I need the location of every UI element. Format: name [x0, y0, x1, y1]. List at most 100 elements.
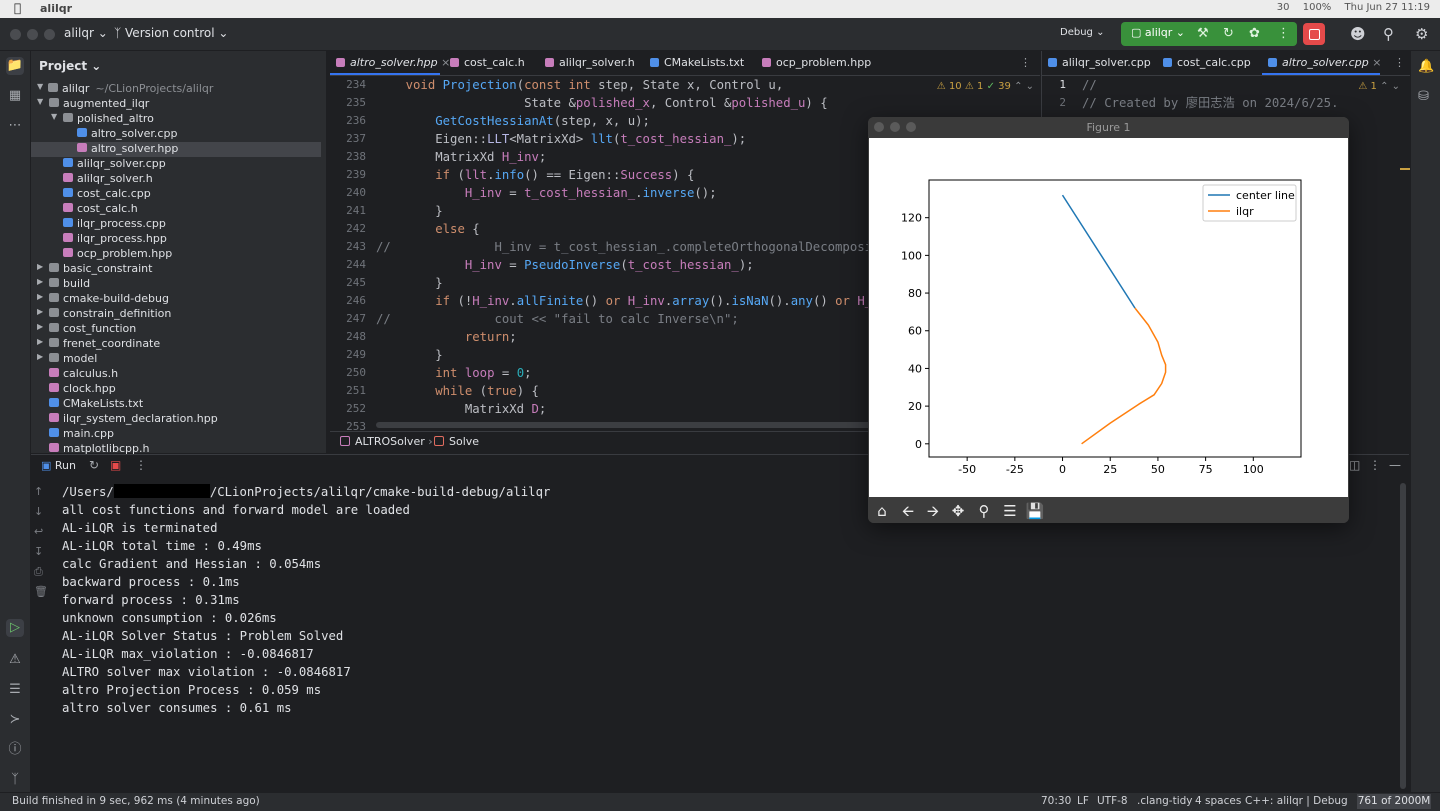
stop-button[interactable] [1303, 23, 1325, 45]
chevron-right-icon[interactable]: ▶ [37, 292, 43, 301]
scroll-up-icon[interactable]: ↑ [34, 485, 43, 498]
tree-folder[interactable]: ▼ augmented_ilqr [31, 97, 321, 112]
layout-icon[interactable]: ◫ [1349, 458, 1360, 472]
chevron-right-icon[interactable]: ▶ [37, 262, 43, 271]
services-tool-icon[interactable]: ⓘ [6, 741, 24, 759]
todo-tool-icon[interactable]: ☰ [6, 681, 24, 699]
run-tool-icon[interactable]: ▷ [6, 619, 24, 637]
console-output[interactable]: /Users//CLionProjects/alilqr/cmake-build… [62, 483, 550, 717]
minimize-panel-icon[interactable]: — [1389, 458, 1401, 472]
project-panel-title[interactable]: Project ⌄ [39, 59, 101, 73]
tab-alilqr-solver-cpp[interactable]: alilqr_solver.cpp [1048, 56, 1151, 69]
clear-icon[interactable]: 🗑 [34, 585, 48, 598]
back-icon[interactable]: 🡨 [898, 501, 918, 521]
memory-indicator[interactable]: 761 of 2000M [1357, 794, 1431, 809]
tree-file[interactable]: ocp_problem.hpp [31, 247, 321, 262]
chevron-right-icon[interactable]: ▶ [37, 277, 43, 286]
configure-icon[interactable]: ☰ [1000, 501, 1020, 521]
tree-file[interactable]: main.cpp [31, 427, 321, 442]
split-code-content[interactable]: // // Created by 廖田志浩 on 2024/6/25. [1082, 76, 1338, 112]
tab-altro-solver-cpp[interactable]: altro_solver.cpp × [1268, 56, 1381, 69]
tab-ocp-problem-hpp[interactable]: ocp_problem.hpp [762, 56, 871, 69]
tree-file[interactable]: ilqr_system_declaration.hpp [31, 412, 321, 427]
language-context[interactable]: C++: alilqr | Debug [1245, 795, 1348, 807]
version-control-menu[interactable]: ᛉ Version control ⌄ [114, 26, 228, 40]
tree-file[interactable]: alilqr_solver.cpp [31, 157, 321, 172]
plot-canvas[interactable]: -50 -25 0 25 50 75 100 0 20 40 60 80 100 120 center li… [869, 138, 1348, 497]
tree-file[interactable]: alilqr_solver.h [31, 172, 321, 187]
scroll-down-icon[interactable]: ↓ [34, 505, 43, 518]
chevron-down-icon[interactable]: ▼ [37, 97, 43, 106]
tab-cmakelists[interactable]: CMakeLists.txt [650, 56, 744, 69]
tree-file[interactable]: ilqr_process.cpp [31, 217, 321, 232]
chevron-down-icon[interactable]: ▼ [51, 112, 57, 121]
tree-root[interactable]: ▼ alilqr ~/CLionProjects/alilqr [31, 82, 321, 97]
more-actions-icon[interactable]: ⋮ [1277, 26, 1290, 41]
breadcrumb-class[interactable]: ALTROSolver › [340, 435, 433, 448]
git-tool-icon[interactable]: ᛉ [6, 771, 24, 789]
pan-icon[interactable]: ✥ [948, 501, 968, 521]
caret-position[interactable]: 70:30 [1041, 795, 1071, 807]
chevron-right-icon[interactable]: ▶ [37, 322, 43, 331]
split-inspection-widget[interactable]: ⚠ 1 ⌃ ⌄ [1358, 81, 1400, 92]
tab-alilqr-solver-h[interactable]: alilqr_solver.h [545, 56, 635, 69]
chevron-right-icon[interactable]: ▶ [37, 352, 43, 361]
print-icon[interactable]: ⎙ [34, 565, 43, 579]
editor-horizontal-scrollbar[interactable] [376, 422, 871, 428]
linter-config[interactable]: .clang-tidy [1137, 795, 1192, 807]
line-separator[interactable]: LF [1077, 795, 1089, 807]
chevron-right-icon[interactable]: ▶ [37, 337, 43, 346]
indent-setting[interactable]: 4 spaces [1195, 795, 1241, 807]
battery-percent[interactable]: 100% [1303, 2, 1332, 13]
figure-title-bar[interactable]: Figure 1 [868, 117, 1349, 139]
tree-file[interactable]: ilqr_process.hpp [31, 232, 321, 247]
chevron-right-icon[interactable]: ▶ [37, 307, 43, 316]
build-type-selector[interactable]: Debug ⌄ [1060, 27, 1104, 38]
tab-altro-solver-hpp[interactable]: altro_solver.hpp × [336, 56, 450, 69]
rerun-icon[interactable]: ↻ [89, 458, 99, 472]
tree-folder[interactable]: ▶ cmake-build-debug [31, 292, 321, 307]
run-config-selector[interactable]: ▢ alilqr ⌄ [1131, 26, 1185, 39]
project-switcher[interactable]: alilqr ⌄ [64, 26, 108, 40]
tree-folder[interactable]: ▶ model [31, 352, 321, 367]
split-tabs-more-icon[interactable]: ⋮ [1394, 56, 1405, 69]
tree-folder[interactable]: ▶ constrain_definition [31, 307, 321, 322]
tree-folder[interactable]: ▶ cost_function [31, 322, 321, 337]
run-tab[interactable]: ▣ Run [41, 459, 76, 472]
settings-gear-icon[interactable]: ⚙ [1415, 25, 1428, 43]
tree-folder[interactable]: ▶ frenet_coordinate [31, 337, 321, 352]
home-icon[interactable]: ⌂ [872, 501, 892, 521]
console-scrollbar[interactable] [1400, 483, 1406, 789]
tree-folder[interactable]: ▶ basic_constraint [31, 262, 321, 277]
terminal-tool-icon[interactable]: ≻ [6, 711, 24, 729]
tree-file[interactable]: calculus.h [31, 367, 321, 382]
menu-app-name[interactable]: alilqr [40, 2, 72, 15]
build-status-message[interactable]: Build finished in 9 sec, 962 ms (4 minut… [12, 795, 260, 807]
clock[interactable]: Thu Jun 27 11:19 [1345, 2, 1431, 13]
project-tool-icon[interactable]: 📁 [6, 57, 24, 75]
tree-file[interactable]: CMakeLists.txt [31, 397, 321, 412]
tree-folder[interactable]: ▼ polished_altro [31, 112, 321, 127]
breadcrumb-method[interactable]: Solve [434, 435, 479, 448]
zoom-window-button[interactable] [44, 29, 55, 40]
structure-tool-icon[interactable]: ▦ [6, 87, 24, 105]
apple-icon[interactable]:  [14, 1, 21, 15]
forward-icon[interactable]: 🡪 [923, 501, 943, 521]
tree-file[interactable]: cost_calc.h [31, 202, 321, 217]
search-icon[interactable]: ⚲ [1383, 25, 1394, 43]
tab-cost-calc-h[interactable]: cost_calc.h [450, 56, 525, 69]
notifications-icon[interactable]: 🔔 [1418, 59, 1434, 74]
zoom-icon[interactable]: ⚲ [974, 501, 994, 521]
tree-file[interactable]: altro_solver.hpp [31, 142, 321, 157]
build-icon[interactable]: ⚒ [1197, 26, 1209, 41]
close-window-button[interactable] [10, 29, 21, 40]
more-tools-icon[interactable]: ⋯ [6, 117, 24, 135]
warning-stripe-marker[interactable] [1400, 168, 1410, 170]
tree-file[interactable]: cost_calc.cpp [31, 187, 321, 202]
options-icon[interactable]: ⋮ [1369, 458, 1381, 472]
scroll-to-end-icon[interactable]: ↧ [34, 545, 43, 558]
problems-tool-icon[interactable]: ⚠ [6, 651, 24, 669]
database-icon[interactable]: ⛁ [1418, 89, 1429, 104]
debug-icon[interactable]: ✿ [1249, 26, 1260, 41]
messages-count[interactable]: 30 [1277, 2, 1290, 13]
